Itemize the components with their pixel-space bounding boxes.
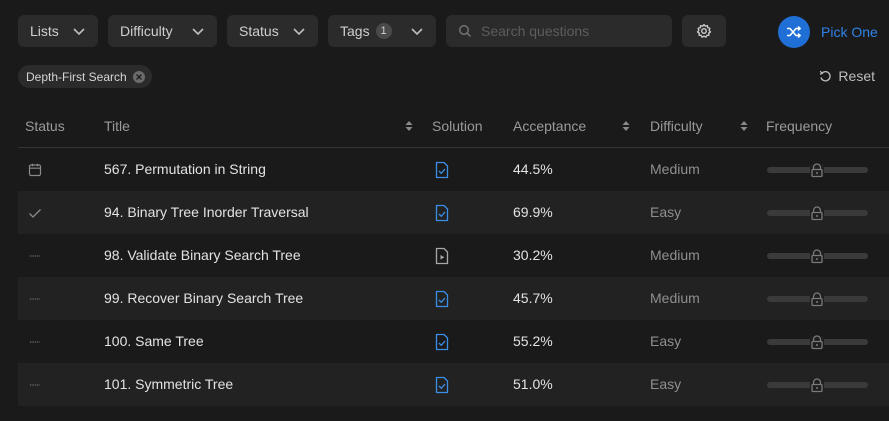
gear-icon [696, 23, 712, 38]
table-row[interactable]: 100. Same Tree 55.2% Easy [18, 320, 889, 363]
search-input[interactable] [481, 23, 661, 39]
chip-remove-button[interactable] [132, 70, 145, 83]
settings-button[interactable] [682, 15, 726, 47]
reset-icon [820, 70, 832, 81]
frequency-lock-icon[interactable] [767, 247, 868, 265]
header-status-label: Status [25, 118, 65, 134]
search-box [446, 15, 672, 47]
acceptance-rate: 51.0% [513, 376, 553, 392]
header-title-label: Title [104, 118, 130, 134]
acceptance-rate: 55.2% [513, 333, 553, 349]
difficulty-dropdown[interactable]: Difficulty [108, 15, 217, 47]
solution-doc-video-icon[interactable] [434, 247, 450, 265]
frequency-lock-icon[interactable] [767, 333, 868, 351]
difficulty-label: Easy [650, 376, 682, 392]
problem-title-link[interactable]: 98. Validate Binary Search Tree [104, 247, 301, 263]
header-acceptance[interactable]: Acceptance [513, 118, 632, 134]
table-row[interactable]: 98. Validate Binary Search Tree 30.2% Medi… [18, 234, 889, 277]
header-acceptance-label: Acceptance [513, 118, 587, 134]
frequency-lock-icon[interactable] [767, 376, 868, 394]
frequency-lock-icon[interactable] [767, 204, 868, 222]
search-icon [458, 24, 471, 37]
problem-title-link[interactable]: 100. Same Tree [104, 333, 204, 349]
dash-icon [27, 291, 43, 307]
difficulty-label: Easy [650, 333, 682, 349]
tags-dropdown[interactable]: Tags 1 [328, 15, 436, 47]
acceptance-rate: 69.9% [513, 204, 553, 220]
solution-doc-check-icon[interactable] [434, 290, 450, 308]
header-title[interactable]: Title [104, 118, 414, 134]
solution-doc-check-icon[interactable] [434, 376, 450, 394]
pick-one-label: Pick One [821, 24, 878, 40]
header-difficulty-label: Difficulty [650, 118, 703, 134]
sort-icon [740, 121, 748, 131]
status-dropdown[interactable]: Status [227, 15, 318, 47]
difficulty-label: Medium [650, 290, 700, 306]
table-row[interactable]: 99. Recover Binary Search Tree 45.7% Mediu… [18, 277, 889, 320]
table-body: 567. Permutation in String 44.5% Medium 94.… [18, 148, 889, 406]
header-frequency-label: Frequency [766, 118, 833, 134]
header-frequency: Frequency [766, 118, 832, 134]
difficulty-label: Easy [650, 204, 682, 220]
difficulty-label: Medium [650, 247, 700, 263]
pick-one-button[interactable]: Pick One [778, 16, 878, 48]
difficulty-label: Difficulty [120, 23, 173, 39]
status-label: Status [239, 23, 279, 39]
sort-icon [622, 121, 630, 131]
tags-count-badge: 1 [375, 23, 392, 39]
table-row[interactable]: 101. Symmetric Tree 51.0% Easy [18, 363, 889, 406]
acceptance-rate: 45.7% [513, 290, 553, 306]
chevron-down-icon [192, 28, 204, 36]
header-solution: Solution [432, 118, 483, 134]
sort-icon [405, 121, 413, 131]
header-solution-label: Solution [432, 118, 483, 134]
shuffle-icon [778, 16, 810, 48]
tags-label: Tags [340, 23, 370, 39]
filter-bar: Lists Difficulty Status Tags 1 Search qu… [0, 0, 889, 64]
frequency-lock-icon[interactable] [767, 161, 868, 179]
table-row[interactable]: 567. Permutation in String 44.5% Medium [18, 148, 889, 191]
close-icon [135, 73, 142, 80]
dash-icon [27, 377, 43, 393]
lists-label: Lists [30, 23, 59, 39]
table-header: Status Title Solution Acceptance Difficu… [18, 106, 889, 148]
chip-label: Depth-First Search [26, 69, 127, 84]
acceptance-rate: 30.2% [513, 247, 553, 263]
dash-icon [27, 248, 43, 264]
problem-title-link[interactable]: 99. Recover Binary Search Tree [104, 290, 303, 306]
dash-icon [27, 334, 43, 350]
problem-title-link[interactable]: 94. Binary Tree Inorder Traversal [104, 204, 309, 220]
lists-dropdown[interactable]: Lists [18, 15, 98, 47]
tag-filter-chip: Depth-First Search [18, 65, 152, 88]
solution-doc-check-icon[interactable] [434, 204, 450, 222]
header-status: Status [25, 118, 65, 134]
header-difficulty[interactable]: Difficulty [650, 118, 749, 134]
chevron-down-icon [73, 28, 85, 36]
problem-title-link[interactable]: 101. Symmetric Tree [104, 376, 233, 392]
acceptance-rate: 44.5% [513, 161, 553, 177]
problems-table: Status Title Solution Acceptance Difficu… [18, 106, 889, 406]
solution-doc-check-icon[interactable] [434, 333, 450, 351]
problem-title-link[interactable]: 567. Permutation in String [104, 161, 266, 177]
difficulty-label: Medium [650, 161, 700, 177]
check-icon [27, 205, 43, 221]
chevron-down-icon [411, 28, 423, 36]
reset-label: Reset [838, 68, 875, 84]
chevron-down-icon [293, 28, 305, 36]
frequency-lock-icon[interactable] [767, 290, 868, 308]
table-row[interactable]: 94. Binary Tree Inorder Traversal 69.9% Ea… [18, 191, 889, 234]
solution-doc-check-icon[interactable] [434, 161, 450, 179]
reset-button[interactable]: Reset [819, 68, 875, 84]
calendar-icon [27, 162, 43, 178]
